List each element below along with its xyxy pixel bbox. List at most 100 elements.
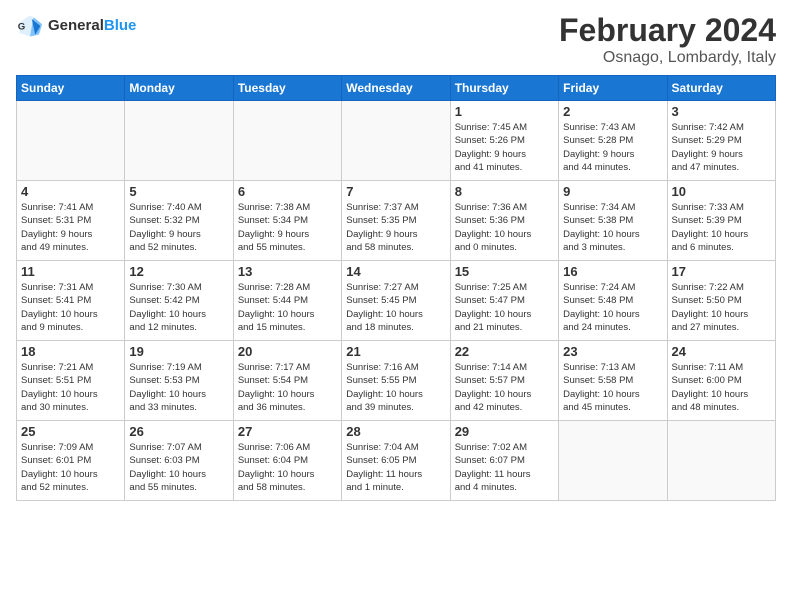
logo-icon: G [16,12,44,40]
day-info: Sunrise: 7:42 AM Sunset: 5:29 PM Dayligh… [672,121,771,174]
week-row-0: 1 Sunrise: 7:45 AM Sunset: 5:26 PM Daylig… [17,101,776,181]
day-info: Sunrise: 7:38 AM Sunset: 5:34 PM Dayligh… [238,201,337,254]
day-info: Sunrise: 7:30 AM Sunset: 5:42 PM Dayligh… [129,281,228,334]
day-number: 2 [563,104,662,119]
day-cell: 4 Sunrise: 7:41 AM Sunset: 5:31 PM Daylig… [17,181,125,261]
day-number: 29 [455,424,554,439]
main-title: February 2024 [559,12,776,49]
day-info: Sunrise: 7:11 AM Sunset: 6:00 PM Dayligh… [672,361,771,414]
day-cell: 25Sunrise: 7:09 AM Sunset: 6:01 PM Dayli… [17,421,125,501]
col-tuesday: Tuesday [233,76,341,101]
day-number: 14 [346,264,445,279]
week-row-4: 25Sunrise: 7:09 AM Sunset: 6:01 PM Dayli… [17,421,776,501]
day-info: Sunrise: 7:22 AM Sunset: 5:50 PM Dayligh… [672,281,771,334]
day-info: Sunrise: 7:07 AM Sunset: 6:03 PM Dayligh… [129,441,228,494]
day-cell: 26 Sunrise: 7:07 AM Sunset: 6:03 PM Dayli… [125,421,233,501]
day-cell: 2 Sunrise: 7:43 AM Sunset: 5:28 PM Daylig… [559,101,667,181]
logo: G GeneralBlue [16,12,136,40]
week-row-1: 4 Sunrise: 7:41 AM Sunset: 5:31 PM Daylig… [17,181,776,261]
day-info: Sunrise: 7:04 AM Sunset: 6:05 PM Dayligh… [346,441,445,494]
day-number: 5 [129,184,228,199]
day-info: Sunrise: 7:37 AM Sunset: 5:35 PM Dayligh… [346,201,445,254]
day-info: Sunrise: 7:27 AM Sunset: 5:45 PM Dayligh… [346,281,445,334]
day-info: Sunrise: 7:25 AM Sunset: 5:47 PM Dayligh… [455,281,554,334]
day-info: Sunrise: 7:19 AM Sunset: 5:53 PM Dayligh… [129,361,228,414]
day-cell: 19 Sunrise: 7:19 AM Sunset: 5:53 PM Dayli… [125,341,233,421]
day-info: Sunrise: 7:40 AM Sunset: 5:32 PM Dayligh… [129,201,228,254]
day-cell: 12 Sunrise: 7:30 AM Sunset: 5:42 PM Dayli… [125,261,233,341]
day-cell: 17 Sunrise: 7:22 AM Sunset: 5:50 PM Dayli… [667,261,775,341]
day-number: 13 [238,264,337,279]
day-info: Sunrise: 7:17 AM Sunset: 5:54 PM Dayligh… [238,361,337,414]
day-cell: 10 Sunrise: 7:33 AM Sunset: 5:39 PM Dayli… [667,181,775,261]
day-cell: 14 Sunrise: 7:27 AM Sunset: 5:45 PM Dayli… [342,261,450,341]
day-info: Sunrise: 7:13 AM Sunset: 5:58 PM Dayligh… [563,361,662,414]
calendar-body: 1 Sunrise: 7:45 AM Sunset: 5:26 PM Daylig… [17,101,776,501]
logo-text: GeneralBlue [48,18,136,35]
col-wednesday: Wednesday [342,76,450,101]
day-number: 4 [21,184,120,199]
svg-text:G: G [18,22,25,33]
week-row-3: 18 Sunrise: 7:21 AM Sunset: 5:51 PM Dayli… [17,341,776,421]
day-number: 19 [129,344,228,359]
day-number: 9 [563,184,662,199]
day-cell: 24 Sunrise: 7:11 AM Sunset: 6:00 PM Dayli… [667,341,775,421]
day-number: 1 [455,104,554,119]
day-cell: 27Sunrise: 7:06 AM Sunset: 6:04 PM Dayli… [233,421,341,501]
day-number: 17 [672,264,771,279]
day-info: Sunrise: 7:41 AM Sunset: 5:31 PM Dayligh… [21,201,120,254]
day-cell [342,101,450,181]
day-cell: 20 Sunrise: 7:17 AM Sunset: 5:54 PM Dayli… [233,341,341,421]
day-info: Sunrise: 7:43 AM Sunset: 5:28 PM Dayligh… [563,121,662,174]
day-cell: 23 Sunrise: 7:13 AM Sunset: 5:58 PM Dayli… [559,341,667,421]
day-info: Sunrise: 7:31 AM Sunset: 5:41 PM Dayligh… [21,281,120,334]
day-number: 22 [455,344,554,359]
day-number: 10 [672,184,771,199]
col-thursday: Thursday [450,76,558,101]
day-number: 15 [455,264,554,279]
day-number: 20 [238,344,337,359]
day-info: Sunrise: 7:33 AM Sunset: 5:39 PM Dayligh… [672,201,771,254]
day-cell: 13 Sunrise: 7:28 AM Sunset: 5:44 PM Dayli… [233,261,341,341]
day-cell: 1 Sunrise: 7:45 AM Sunset: 5:26 PM Daylig… [450,101,558,181]
day-number: 16 [563,264,662,279]
day-cell [125,101,233,181]
week-row-2: 11Sunrise: 7:31 AM Sunset: 5:41 PM Dayli… [17,261,776,341]
day-cell: 18 Sunrise: 7:21 AM Sunset: 5:51 PM Dayli… [17,341,125,421]
day-info: Sunrise: 7:24 AM Sunset: 5:48 PM Dayligh… [563,281,662,334]
day-cell: 6 Sunrise: 7:38 AM Sunset: 5:34 PM Daylig… [233,181,341,261]
day-cell: 5 Sunrise: 7:40 AM Sunset: 5:32 PM Daylig… [125,181,233,261]
day-info: Sunrise: 7:28 AM Sunset: 5:44 PM Dayligh… [238,281,337,334]
day-number: 12 [129,264,228,279]
day-info: Sunrise: 7:21 AM Sunset: 5:51 PM Dayligh… [21,361,120,414]
day-number: 25 [21,424,120,439]
day-cell: 15 Sunrise: 7:25 AM Sunset: 5:47 PM Dayli… [450,261,558,341]
day-cell [233,101,341,181]
day-cell [559,421,667,501]
day-cell [667,421,775,501]
day-cell: 9 Sunrise: 7:34 AM Sunset: 5:38 PM Daylig… [559,181,667,261]
day-info: Sunrise: 7:02 AM Sunset: 6:07 PM Dayligh… [455,441,554,494]
day-info: Sunrise: 7:36 AM Sunset: 5:36 PM Dayligh… [455,201,554,254]
day-number: 3 [672,104,771,119]
day-number: 23 [563,344,662,359]
day-cell: 7Sunrise: 7:37 AM Sunset: 5:35 PM Daylig… [342,181,450,261]
day-number: 6 [238,184,337,199]
day-info: Sunrise: 7:06 AM Sunset: 6:04 PM Dayligh… [238,441,337,494]
day-info: Sunrise: 7:16 AM Sunset: 5:55 PM Dayligh… [346,361,445,414]
day-number: 21 [346,344,445,359]
day-cell: 16 Sunrise: 7:24 AM Sunset: 5:48 PM Dayli… [559,261,667,341]
day-number: 18 [21,344,120,359]
day-info: Sunrise: 7:14 AM Sunset: 5:57 PM Dayligh… [455,361,554,414]
logo-blue: Blue [104,17,137,34]
day-number: 8 [455,184,554,199]
day-cell [17,101,125,181]
day-number: 24 [672,344,771,359]
col-monday: Monday [125,76,233,101]
day-cell: 11Sunrise: 7:31 AM Sunset: 5:41 PM Dayli… [17,261,125,341]
day-info: Sunrise: 7:34 AM Sunset: 5:38 PM Dayligh… [563,201,662,254]
day-number: 26 [129,424,228,439]
day-info: Sunrise: 7:45 AM Sunset: 5:26 PM Dayligh… [455,121,554,174]
day-cell: 8 Sunrise: 7:36 AM Sunset: 5:36 PM Daylig… [450,181,558,261]
col-sunday: Sunday [17,76,125,101]
